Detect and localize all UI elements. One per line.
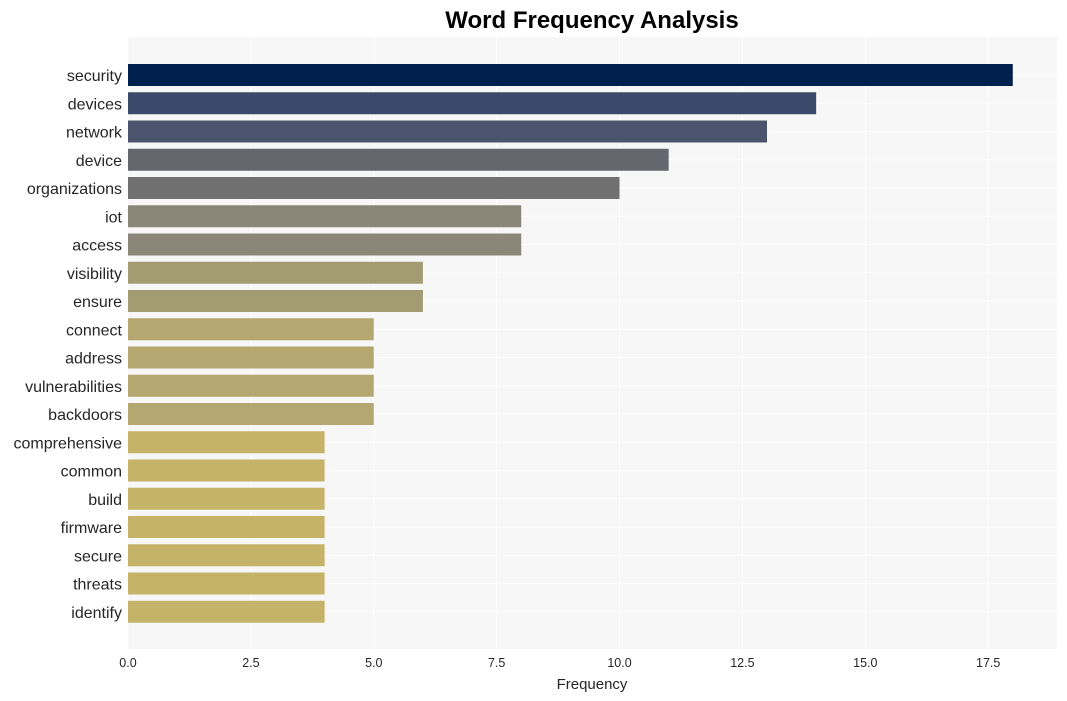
y-label-security: security: [67, 68, 122, 85]
bar-devices: [128, 92, 817, 115]
x-tick-label: 7.5: [488, 656, 505, 670]
bar-comprehensive: [128, 431, 325, 454]
bar-secure: [128, 544, 325, 567]
y-label-visibility: visibility: [67, 266, 122, 283]
y-label-common: common: [61, 464, 122, 481]
y-label-comprehensive: comprehensive: [14, 435, 123, 452]
bar-backdoors: [128, 403, 374, 425]
bar-address: [128, 346, 374, 369]
bar-network: [128, 120, 767, 143]
x-axis-ticks: 0.0 2.5 5.0 7.5 10.0 12.5 15.0 17.5: [119, 656, 1000, 670]
bar-security: [128, 64, 1013, 86]
bar-firmware: [128, 516, 325, 538]
y-label-ensure: ensure: [73, 294, 122, 311]
bar-build: [128, 487, 325, 510]
x-tick-label: 0.0: [119, 656, 136, 670]
bar-access: [128, 233, 522, 256]
y-label-network: network: [66, 125, 123, 142]
y-label-iot: iot: [105, 209, 122, 226]
word-frequency-chart: security devices network device organization…: [14, 7, 1057, 693]
y-label-backdoors: backdoors: [48, 407, 122, 424]
y-label-build: build: [88, 492, 122, 509]
y-label-connect: connect: [66, 322, 123, 339]
x-tick-label: 15.0: [853, 656, 877, 670]
y-label-secure: secure: [74, 548, 122, 565]
x-tick-label: 17.5: [976, 656, 1000, 670]
y-label-firmware: firmware: [61, 520, 122, 537]
y-label-address: address: [65, 351, 122, 368]
y-label-organizations: organizations: [27, 181, 122, 198]
bar-ensure: [128, 290, 423, 312]
bar-vulnerabilities: [128, 374, 374, 397]
bar-connect: [128, 318, 374, 341]
chart-title: Word Frequency Analysis: [445, 7, 738, 34]
y-label-vulnerabilities: vulnerabilities: [25, 379, 122, 396]
bar-common: [128, 459, 325, 482]
bar-organizations: [128, 177, 620, 199]
y-label-access: access: [72, 238, 122, 255]
bar-identify: [128, 600, 325, 623]
x-axis-label: Frequency: [557, 676, 628, 693]
bar-threats: [128, 572, 325, 595]
x-tick-label: 12.5: [730, 656, 754, 670]
x-tick-label: 5.0: [365, 656, 382, 670]
y-axis-labels: security devices network device organization…: [14, 68, 123, 622]
bar-visibility: [128, 261, 423, 284]
x-tick-label: 10.0: [607, 656, 631, 670]
bar-iot: [128, 205, 522, 228]
bar-device: [128, 148, 669, 171]
y-label-devices: devices: [68, 96, 122, 113]
y-label-threats: threats: [73, 577, 122, 594]
x-tick-label: 2.5: [242, 656, 259, 670]
y-label-device: device: [76, 153, 122, 170]
y-label-identify: identify: [71, 605, 122, 622]
